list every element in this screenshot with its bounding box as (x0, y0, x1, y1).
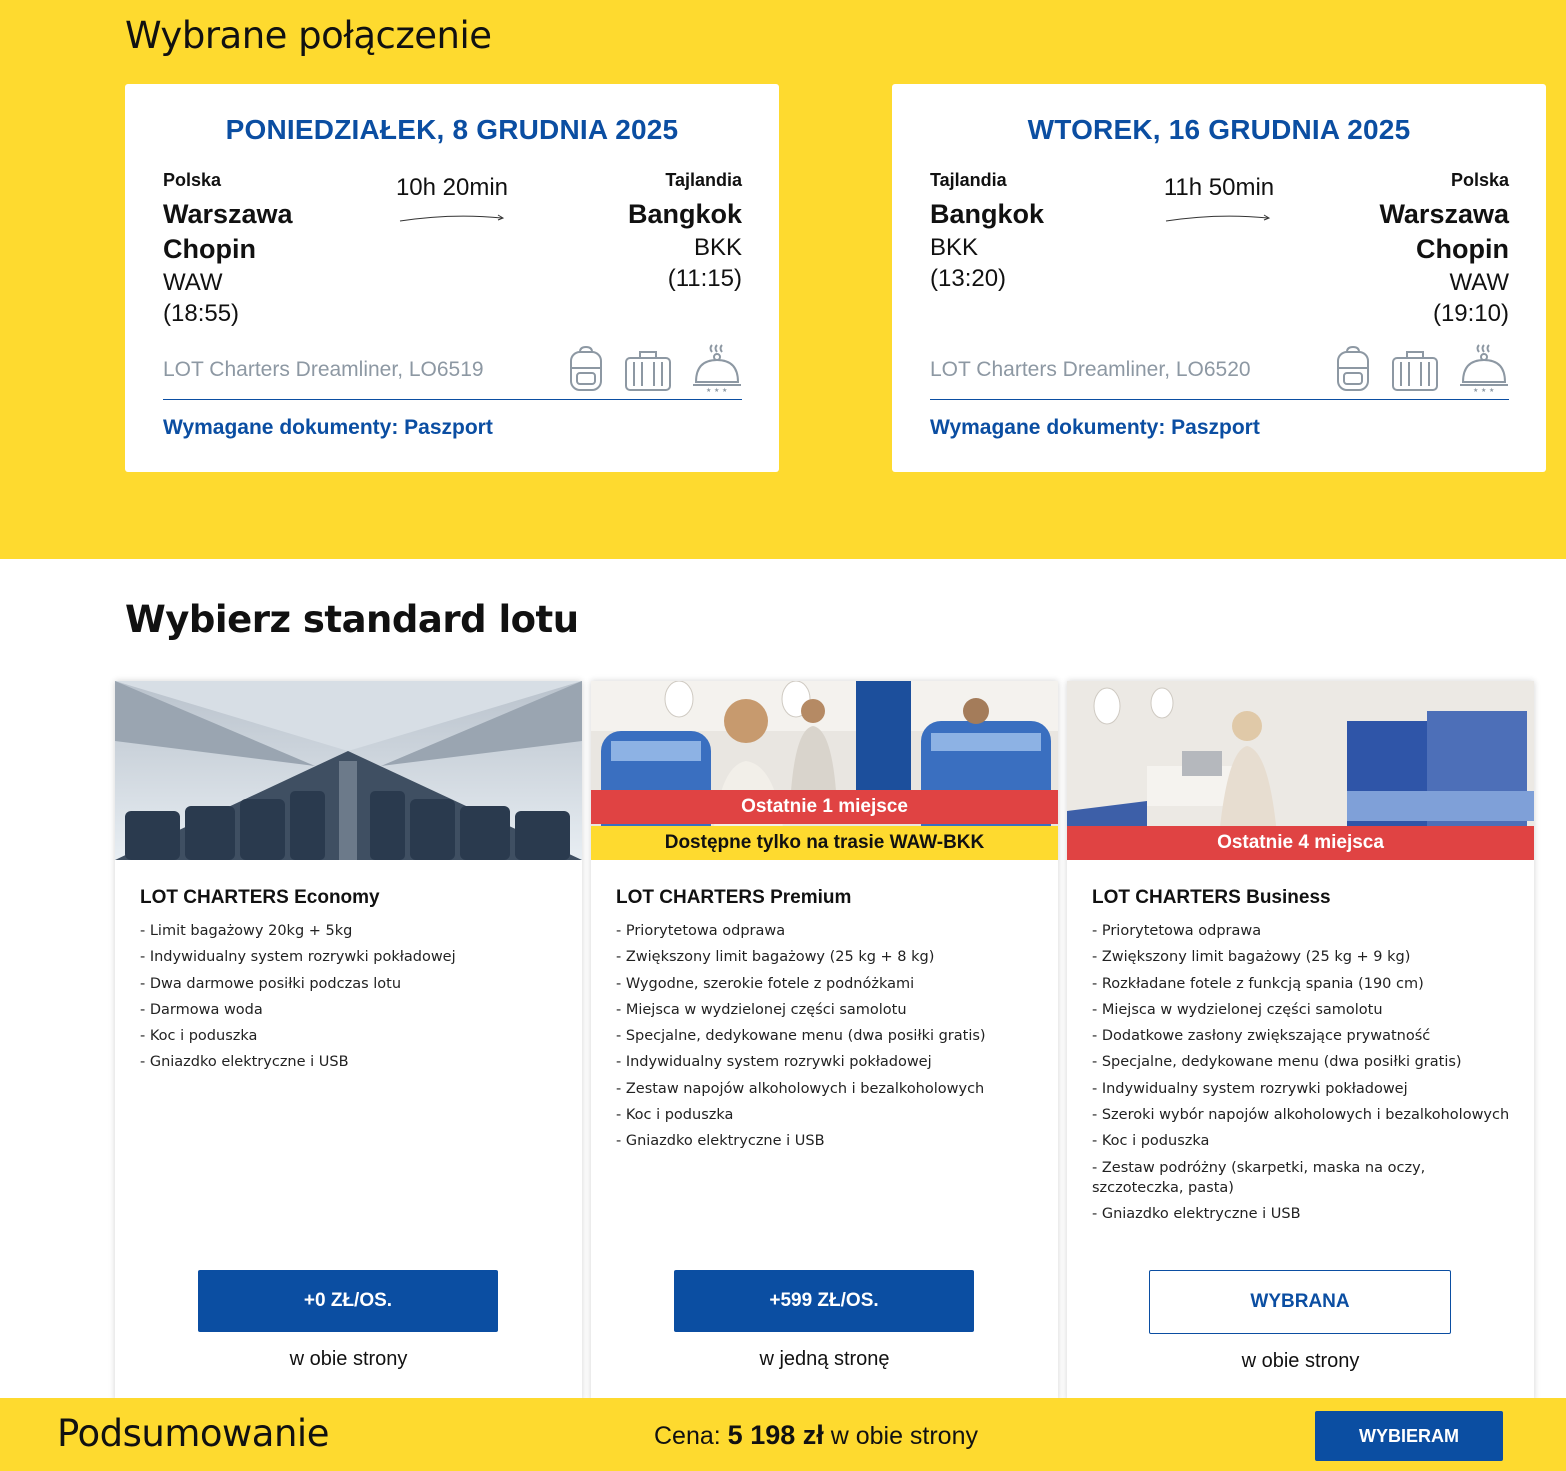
seats-left-badge: Ostatnie 1 miejsce (591, 790, 1058, 824)
fare-feature: - Zwiększony limit bagażowy (25 kg + 9 k… (1092, 949, 1411, 966)
arrival-city: Bangkok (627, 199, 742, 229)
arrival-info: Polska Warszawa Chopin WAW (19:10) (1379, 170, 1509, 329)
fare-features-list: - Priorytetowa odprawa - Zwiększony limi… (1092, 921, 1517, 1230)
required-documents: Wymagane dokumenty: Paszport (163, 416, 493, 439)
divider (930, 399, 1509, 400)
summary-title: Podsumowanie (57, 1412, 329, 1455)
departure-time: (18:55) (163, 300, 240, 327)
fare-feature: - Koc i poduszka (1092, 1133, 1210, 1150)
backpack-icon (570, 346, 602, 391)
seats-left-badge: Ostatnie 4 miejsca (1067, 826, 1534, 860)
cabin-photo-economy (115, 681, 582, 860)
fare-name: LOT CHARTERS Business (1092, 887, 1331, 908)
fare-feature: - Szeroki wybór napojów alkoholowych i b… (1092, 1107, 1510, 1124)
price-label: Cena: (654, 1422, 721, 1450)
fare-feature: - Dwa darmowe posiłki podczas lotu (140, 975, 402, 992)
aircraft-info: LOT Charters Dreamliner, LO6519 (163, 358, 484, 381)
fare-feature: - Indywidualny system rozrywki pokładowe… (616, 1054, 932, 1071)
flight-date: PONIEDZIAŁEK, 8 GRUDNIA 2025 (225, 114, 679, 145)
section-title-standard: Wybierz standard lotu (125, 598, 579, 641)
fare-features-list: - Priorytetowa odprawa - Zwiększony limi… (616, 921, 1041, 1158)
departure-city-line2: Chopin (163, 234, 256, 264)
price-suffix: w obie strony (830, 1422, 978, 1450)
divider (163, 399, 742, 400)
arrival-code: BKK (693, 234, 742, 261)
flight-arrow-icon (1165, 214, 1271, 222)
required-documents: Wymagane dokumenty: Paszport (930, 416, 1260, 439)
fare-feature: - Zestaw napojów alkoholowych i bezalkoh… (616, 1080, 985, 1097)
svg-text:★: ★ (722, 387, 727, 392)
fare-card-economy: LOT CHARTERS Economy - Limit bagażowy 20… (115, 681, 582, 1401)
fare-feature: - Dodatkowe zasłony zwiększające prywatn… (1092, 1028, 1431, 1045)
fare-feature: - Zestaw podróżny (skarpetki, maska na o… (1092, 1159, 1426, 1196)
svg-text:★: ★ (1489, 387, 1494, 392)
fare-feature: - Limit bagażowy 20kg + 5kg (140, 923, 353, 939)
fare-name: LOT CHARTERS Economy (140, 887, 380, 908)
fare-feature: - Rozkładane fotele z funkcją spania (19… (1092, 975, 1424, 992)
fare-feature: - Koc i poduszka (140, 1028, 258, 1045)
arrival-city: Warszawa (1379, 199, 1509, 229)
arrival-info: Tajlandia Bangkok BKK (11:15) (628, 170, 742, 294)
fare-feature: - Specjalne, dedykowane menu (dwa posiłk… (616, 1028, 986, 1045)
flight-arrow-icon (399, 214, 505, 222)
fare-card-business: Ostatnie 4 miejsca LOT CHARTERS Business… (1067, 681, 1534, 1401)
fare-feature: - Zwiększony limit bagażowy (25 kg + 8 k… (616, 949, 935, 966)
fare-feature: - Indywidualny system rozrywki pokładowe… (1092, 1080, 1408, 1097)
price-amount: 5 198 zł (727, 1420, 824, 1450)
fare-feature: - Gniazdko elektryczne i USB (140, 1054, 349, 1071)
departure-city: Bangkok (930, 199, 1045, 229)
fare-feature: - Koc i poduszka (616, 1107, 734, 1124)
fare-direction: w jedną stronę (759, 1348, 890, 1370)
suitcase-icon (625, 351, 671, 391)
arrival-time: (11:15) (667, 265, 742, 292)
section-title-selected: Wybrane połączenie (125, 14, 492, 57)
outbound-flight-card: PONIEDZIAŁEK, 8 GRUDNIA 2025 Polska Wars… (125, 84, 779, 472)
arrival-city-line2: Chopin (1416, 234, 1509, 264)
meal-cloche-icon: ★ ★ ★ (1460, 344, 1508, 392)
flight-date: WTOREK, 16 GRUDNIA 2025 (1027, 114, 1411, 145)
total-price: Cena: 5 198 zł w obie strony (654, 1420, 978, 1451)
departure-code: WAW (163, 269, 223, 296)
fare-direction: w obie strony (289, 1348, 408, 1370)
fare-feature: - Priorytetowa odprawa (1092, 923, 1262, 939)
svg-text:★: ★ (714, 387, 719, 392)
arrival-country: Polska (1450, 170, 1509, 190)
return-flight-card: WTOREK, 16 GRUDNIA 2025 Tajlandia Bangko… (892, 84, 1546, 472)
fare-feature: - Miejsca w wydzielonej części samolotu (616, 1001, 907, 1018)
route-restriction-badge: Dostępne tylko na trasie WAW-BKK (591, 826, 1058, 860)
summary-bar: Podsumowanie Cena: 5 198 zł w obie stron… (0, 1398, 1566, 1471)
departure-code: BKK (930, 234, 979, 261)
select-premium-button[interactable]: +599 ZŁ/OS. (674, 1270, 974, 1332)
suitcase-icon (1392, 351, 1438, 391)
fare-feature: - Darmowa woda (140, 1001, 263, 1018)
svg-text:★: ★ (706, 387, 711, 392)
fare-features-list: - Limit bagażowy 20kg + 5kg - Indywidual… (140, 921, 565, 1079)
fare-feature: - Wygodne, szerokie fotele z podnóżkami (616, 975, 915, 992)
aircraft-info: LOT Charters Dreamliner, LO6520 (930, 358, 1251, 381)
departure-city: Warszawa (163, 199, 293, 229)
meal-cloche-icon: ★ ★ ★ (693, 344, 741, 392)
fare-feature: - Priorytetowa odprawa (616, 923, 786, 939)
arrival-country: Tajlandia (665, 170, 742, 190)
select-economy-button[interactable]: +0 ZŁ/OS. (198, 1270, 498, 1332)
departure-time: (13:20) (930, 265, 1007, 292)
arrival-time: (19:10) (1432, 300, 1509, 327)
choose-button[interactable]: WYBIERAM (1315, 1411, 1503, 1461)
amenity-icons: ★ ★ ★ (568, 344, 742, 392)
fare-feature: - Specjalne, dedykowane menu (dwa posiłk… (1092, 1054, 1462, 1071)
svg-text:★: ★ (1473, 387, 1478, 392)
svg-text:★: ★ (1481, 387, 1486, 392)
fare-feature: - Gniazdko elektryczne i USB (616, 1133, 825, 1150)
backpack-icon (1337, 346, 1369, 391)
fare-feature: - Miejsca w wydzielonej części samolotu (1092, 1001, 1383, 1018)
arrival-code: WAW (1449, 269, 1509, 296)
selected-connection-section: Wybrane połączenie PONIEDZIAŁEK, 8 GRUDN… (0, 0, 1566, 559)
fare-card-premium: Ostatnie 1 miejsce Dostępne tylko na tra… (591, 681, 1058, 1401)
fare-feature: - Indywidualny system rozrywki pokładowe… (140, 949, 456, 966)
fare-name: LOT CHARTERS Premium (616, 887, 852, 908)
amenity-icons: ★ ★ ★ (1335, 344, 1509, 392)
selected-business-button[interactable]: WYBRANA (1149, 1270, 1451, 1334)
fare-direction: w obie strony (1241, 1350, 1360, 1372)
fare-feature: - Gniazdko elektryczne i USB (1092, 1205, 1301, 1222)
